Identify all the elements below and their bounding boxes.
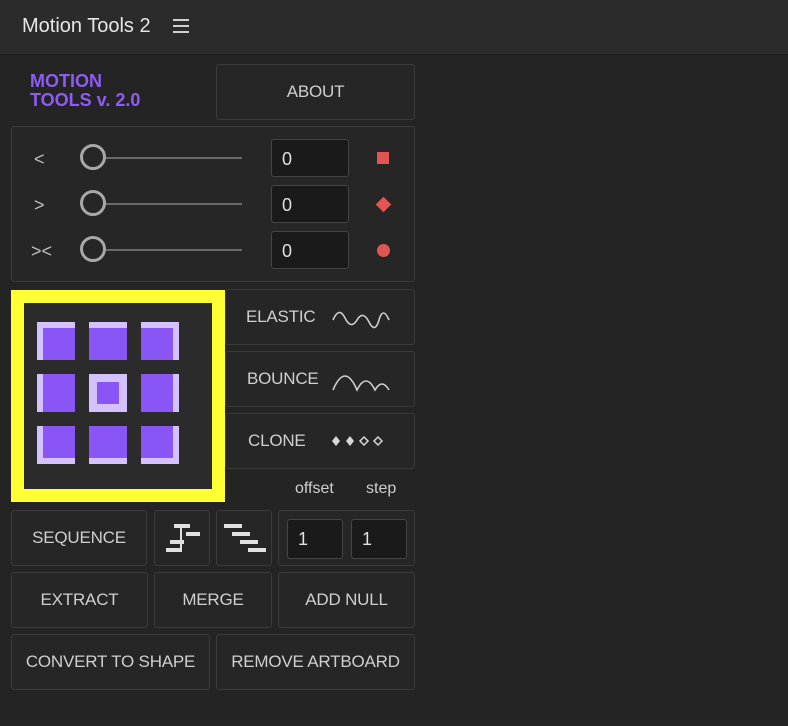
slider-track[interactable] (106, 157, 242, 159)
logo: MOTION TOOLS v. 2.0 (30, 72, 140, 110)
slider-knob[interactable] (80, 236, 106, 262)
anchor-middle-left-button[interactable] (37, 374, 75, 412)
ease-both-arrow: >< (31, 241, 53, 261)
convert-to-shape-button[interactable]: CONVERT TO SHAPE (11, 634, 210, 690)
slider-track[interactable] (106, 203, 242, 205)
ease-out-value-input[interactable]: 0 (271, 185, 349, 223)
clone-label: CLONE (248, 431, 306, 450)
anchor-center-button[interactable] (89, 374, 127, 412)
extract-button[interactable]: EXTRACT (11, 572, 148, 628)
elastic-wave-icon (332, 311, 390, 329)
add-null-button[interactable]: ADD NULL (278, 572, 415, 628)
ease-out-arrow: > (34, 195, 45, 215)
square-icon[interactable] (377, 152, 389, 164)
slider-knob[interactable] (80, 190, 106, 216)
remove-artboard-button[interactable]: REMOVE ARTBOARD (216, 634, 415, 690)
clone-diamonds-icon (332, 435, 384, 447)
anchor-bottom-left-button[interactable] (37, 426, 75, 464)
offset-input[interactable]: 1 (287, 519, 343, 559)
panel-header: Motion Tools 2 (0, 0, 788, 55)
clone-button[interactable]: CLONE (225, 413, 415, 469)
logo-line1: MOTION (30, 71, 102, 91)
step-input[interactable]: 1 (351, 519, 407, 559)
circle-icon[interactable] (377, 244, 390, 257)
offset-label: offset (295, 480, 334, 497)
diamond-icon[interactable] (375, 196, 392, 213)
elastic-button[interactable]: ELASTIC (225, 289, 415, 345)
hamburger-menu-icon[interactable] (173, 19, 189, 33)
elastic-label: ELASTIC (246, 307, 316, 326)
logo-line2: TOOLS v. 2.0 (30, 90, 141, 110)
anchor-top-right-button[interactable] (141, 322, 179, 360)
ease-both-value-input[interactable]: 0 (271, 231, 349, 269)
sequence-layers-stagger-button[interactable] (154, 510, 210, 566)
bounce-button[interactable]: BOUNCE (225, 351, 415, 407)
anchor-top-left-button[interactable] (37, 322, 75, 360)
slider-row-in: < 0 (12, 137, 414, 181)
sequence-cascade-button[interactable] (216, 510, 272, 566)
about-button[interactable]: ABOUT (216, 64, 415, 120)
anchor-point-grid (11, 290, 225, 502)
anchor-middle-right-button[interactable] (141, 374, 179, 412)
bounce-label: BOUNCE (247, 369, 319, 388)
sequence-cascade-icon (224, 524, 266, 552)
step-label: step (366, 480, 397, 497)
ease-in-value-input[interactable]: 0 (271, 139, 349, 177)
sequence-button[interactable]: SEQUENCE (11, 510, 147, 566)
slider-row-out: > 0 (12, 183, 414, 227)
anchor-top-center-button[interactable] (89, 322, 127, 360)
bounce-wave-icon (332, 375, 390, 392)
slider-track[interactable] (106, 249, 242, 251)
slider-knob[interactable] (80, 144, 106, 170)
slider-row-both: >< 0 (12, 229, 414, 273)
anchor-grid-inner (24, 303, 212, 489)
ease-in-arrow: < (34, 149, 45, 169)
merge-button[interactable]: MERGE (154, 572, 272, 628)
anchor-bottom-center-button[interactable] (89, 426, 127, 464)
panel-title: Motion Tools 2 (22, 15, 151, 37)
anchor-bottom-right-button[interactable] (141, 426, 179, 464)
sequence-stagger-icon (166, 524, 200, 552)
